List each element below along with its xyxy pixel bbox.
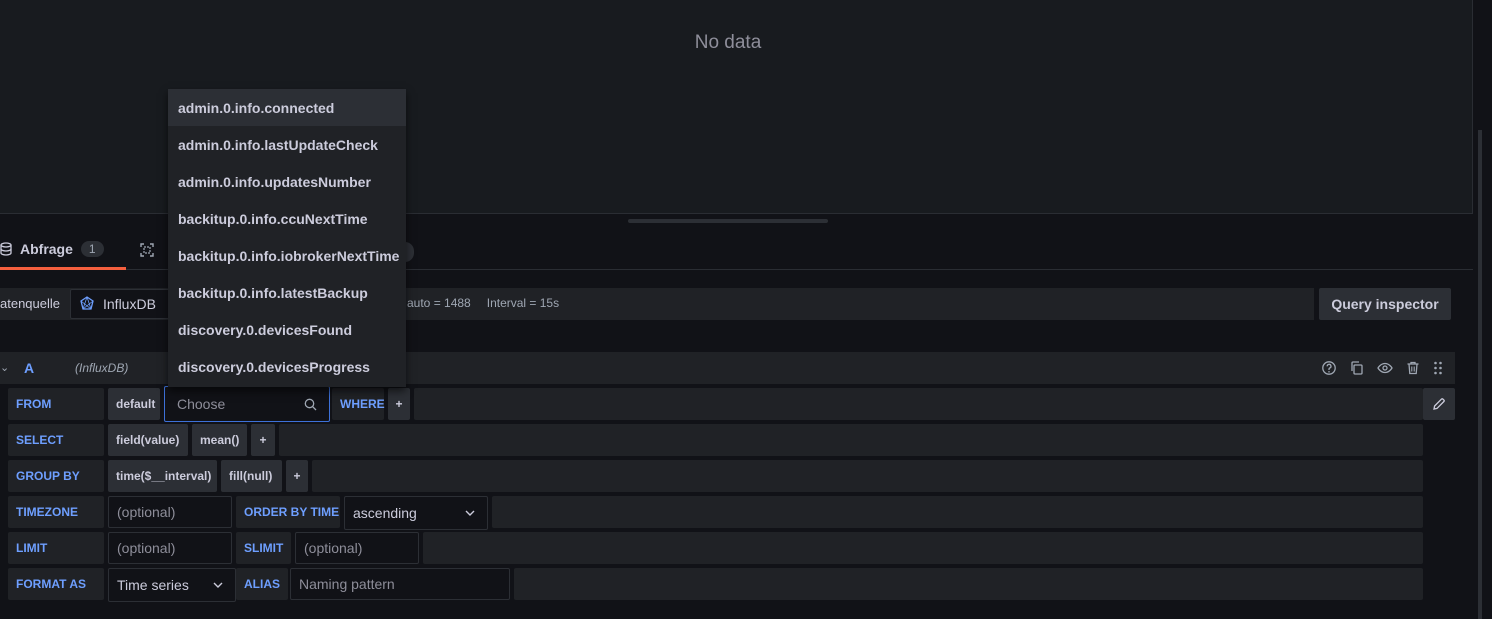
where-keyword: WHERE [332, 388, 385, 420]
order-by-time-keyword: ORDER BY TIME [236, 496, 340, 528]
group-by-time-segment[interactable]: time($__interval) [108, 460, 217, 492]
dropdown-item[interactable]: admin.0.info.updatesNumber [168, 163, 406, 200]
interval: Interval = 15s [486, 296, 560, 310]
group-by-row-filler [312, 460, 1423, 492]
select-row: SELECT field(value) mean() + [8, 424, 1423, 456]
group-by-row: GROUP BY time($__interval) fill(null) + [8, 460, 1423, 492]
format-as-value: Time series [117, 577, 189, 593]
query-ref-name[interactable]: A [24, 360, 34, 376]
tab-query-label: Abfrage [20, 240, 73, 257]
slimit-keyword: SLIMIT [236, 532, 291, 564]
chevron-down-icon [465, 510, 475, 516]
limit-keyword: LIMIT [8, 532, 104, 564]
select-field-segment[interactable]: field(value) [108, 424, 188, 456]
query-options-info[interactable]: auto = 1488 Interval = 15s [407, 296, 559, 310]
drag-handle-icon[interactable] [1430, 360, 1446, 376]
trash-icon[interactable] [1405, 360, 1421, 376]
order-by-select[interactable]: ascending [344, 496, 488, 530]
transform-icon [140, 243, 154, 257]
slimit-input[interactable]: (optional) [295, 532, 419, 564]
alias-keyword: ALIAS [236, 568, 288, 600]
limit-row: LIMIT (optional) SLIMIT (optional) [8, 532, 1423, 564]
from-keyword: FROM [8, 388, 104, 420]
search-icon [304, 398, 317, 411]
dropdown-item[interactable]: admin.0.info.connected [168, 89, 406, 126]
select-row-filler [279, 424, 1423, 456]
format-as-keyword: FORMAT AS [8, 568, 104, 600]
group-by-keyword: GROUP BY [8, 460, 104, 492]
help-icon[interactable] [1321, 360, 1337, 376]
tab-query[interactable]: Abfrage 1 [0, 230, 126, 270]
influxdb-logo-icon [79, 296, 95, 312]
select-aggregate-segment[interactable]: mean() [192, 424, 247, 456]
timezone-keyword: TIMEZONE [8, 496, 104, 528]
format-row: FORMAT AS Time series ALIAS Naming patte… [8, 568, 1423, 602]
max-data-points: auto = 1488 [407, 296, 471, 310]
dropdown-item[interactable]: backitup.0.info.ccuNextTime [168, 200, 406, 237]
tab-transform[interactable] [140, 230, 170, 270]
datasource-label: atenquelle [0, 296, 60, 311]
limit-row-filler [423, 532, 1423, 564]
add-group-by-button[interactable]: + [286, 460, 308, 492]
measurement-search-input[interactable]: Choose [164, 386, 330, 422]
tab-query-count: 1 [80, 240, 104, 257]
measurement-placeholder: Choose [177, 396, 226, 412]
retention-policy-segment[interactable]: default [108, 388, 160, 420]
format-as-select[interactable]: Time series [108, 568, 236, 602]
chevron-down-icon [213, 582, 223, 588]
datasource-name: InfluxDB [103, 296, 156, 312]
format-row-filler [514, 568, 1423, 600]
scrollbar-thumb[interactable] [1478, 130, 1482, 619]
alias-input[interactable]: Naming pattern [290, 568, 510, 600]
timezone-input[interactable]: (optional) [108, 496, 232, 528]
toggle-raw-query-button[interactable] [1423, 388, 1455, 420]
no-data-message: No data [694, 32, 762, 53]
from-row-filler [414, 388, 1423, 420]
group-by-fill-segment[interactable]: fill(null) [221, 460, 282, 492]
dropdown-item[interactable]: discovery.0.devicesProgress [168, 348, 406, 385]
copy-icon[interactable] [1349, 360, 1365, 376]
from-row: FROM default Choose WHERE + [8, 386, 1423, 422]
database-icon [0, 241, 12, 256]
collapse-chevron-icon[interactable]: ⌄ [0, 361, 9, 374]
splitter-handle[interactable] [628, 219, 828, 223]
select-keyword: SELECT [8, 424, 104, 456]
timezone-row-filler [492, 496, 1423, 528]
dropdown-item[interactable]: discovery.0.devicesFound [168, 311, 406, 348]
timezone-row: TIMEZONE (optional) ORDER BY TIME ascend… [8, 496, 1423, 530]
pencil-icon [1432, 397, 1446, 411]
query-datasource-name: (InfluxDB) [75, 361, 129, 375]
order-by-value: ascending [353, 505, 417, 521]
dropdown-item[interactable]: admin.0.info.lastUpdateCheck [168, 126, 406, 163]
add-select-button[interactable]: + [251, 424, 275, 456]
dropdown-item[interactable]: backitup.0.info.iobrokerNextTime [168, 237, 406, 274]
add-where-button[interactable]: + [388, 388, 410, 420]
query-inspector-button[interactable]: Query inspector [1319, 288, 1451, 320]
dropdown-item[interactable]: backitup.0.info.latestBackup [168, 274, 406, 311]
datasource-picker[interactable]: InfluxDB [70, 289, 170, 319]
limit-input[interactable]: (optional) [108, 532, 232, 564]
measurement-dropdown: admin.0.info.connected admin.0.info.last… [168, 89, 406, 387]
eye-icon[interactable] [1377, 360, 1393, 376]
